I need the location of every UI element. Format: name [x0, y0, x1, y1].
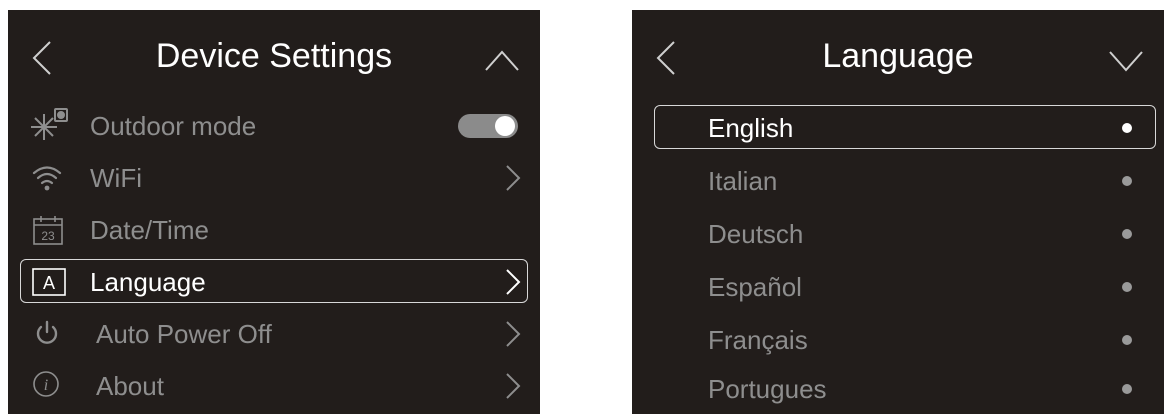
chevron-down-icon[interactable] — [1106, 46, 1146, 74]
language-header: Language — [632, 10, 1164, 100]
radio-unselected[interactable] — [1122, 335, 1132, 345]
settings-item-outdoor-mode[interactable]: Outdoor mode — [8, 100, 540, 152]
language-option-label: Español — [708, 272, 802, 302]
language-option-label: English — [708, 113, 794, 143]
calendar-icon: 23 — [33, 216, 63, 245]
toggle-knob — [495, 116, 515, 136]
language-panel: Language English Italian Deutsch Español… — [632, 10, 1164, 414]
device-settings-header: Device Settings — [8, 10, 540, 100]
wifi-icon — [32, 166, 62, 191]
language-option-italian[interactable]: Italian — [632, 155, 1164, 207]
settings-item-label: About — [96, 371, 164, 401]
power-icon — [36, 320, 58, 344]
radio-unselected[interactable] — [1122, 282, 1132, 292]
chevron-right-icon — [506, 373, 521, 399]
settings-item-about[interactable]: i About — [8, 360, 540, 412]
settings-item-date-time[interactable]: 23 Date/Time — [8, 204, 540, 256]
settings-item-label: WiFi — [90, 163, 142, 193]
language-option-label: Italian — [708, 166, 778, 196]
info-icon: i — [33, 371, 59, 397]
settings-item-language[interactable]: A Language — [8, 256, 540, 308]
settings-item-label: Language — [90, 267, 206, 297]
radio-unselected[interactable] — [1122, 229, 1132, 239]
language-option-label: Portugues — [708, 374, 827, 404]
device-settings-panel: Device Settings Outdoor mode WiFi 23 Dat… — [8, 10, 540, 414]
chevron-right-icon — [506, 269, 521, 295]
language-option-label: Français — [708, 325, 808, 355]
language-option-deutsch[interactable]: Deutsch — [632, 208, 1164, 260]
page-title: Device Settings — [155, 37, 393, 75]
settings-item-label: Date/Time — [90, 215, 209, 245]
info-icon-text: i — [44, 377, 48, 394]
settings-item-label: Auto Power Off — [96, 319, 272, 349]
radio-unselected[interactable] — [1122, 384, 1132, 394]
language-option-portugues[interactable]: Portugues — [632, 363, 1164, 414]
chevron-right-icon — [506, 165, 521, 191]
chevron-right-icon — [506, 321, 521, 347]
radio-selected[interactable] — [1122, 123, 1132, 133]
outdoor-mode-toggle[interactable] — [458, 114, 518, 138]
chevron-up-icon[interactable] — [482, 46, 522, 74]
sun-shield-icon — [31, 108, 68, 140]
page-title: Language — [822, 37, 974, 75]
language-option-english[interactable]: English — [632, 102, 1164, 154]
language-option-label: Deutsch — [708, 219, 804, 249]
settings-item-label: Outdoor mode — [90, 111, 257, 141]
language-option-espanol[interactable]: Español — [632, 261, 1164, 313]
radio-unselected[interactable] — [1122, 176, 1132, 186]
settings-item-auto-power-off[interactable]: Auto Power Off — [8, 308, 540, 360]
language-icon: A — [32, 268, 66, 296]
language-icon-text: A — [43, 273, 55, 293]
calendar-icon-text: 23 — [41, 229, 55, 243]
settings-item-wifi[interactable]: WiFi — [8, 152, 540, 204]
language-option-francais[interactable]: Français — [632, 314, 1164, 366]
